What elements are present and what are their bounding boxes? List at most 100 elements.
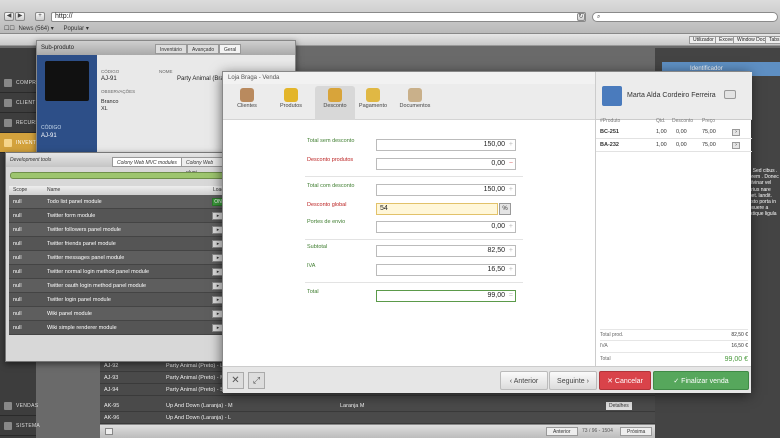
field-value: 99,00: [487, 292, 505, 299]
iva-field[interactable]: 16,50 +: [376, 264, 516, 276]
bookmark-news[interactable]: News (564) ▾: [18, 26, 53, 32]
table-row[interactable]: null Twitter oauth login method panel mod…: [9, 279, 228, 293]
tab-avancado[interactable]: Avançado: [187, 44, 220, 54]
nav-sistema[interactable]: SISTEMA: [0, 416, 40, 436]
nav-inventario[interactable]: INVENT: [0, 133, 36, 153]
cancel-label: Cancelar: [614, 378, 643, 385]
step-pagamento[interactable]: Pagamento: [353, 86, 393, 120]
fullscreen-icon[interactable]: ⤢: [248, 372, 265, 389]
previous-label: Anterior: [513, 378, 539, 385]
col-name: Name: [47, 187, 61, 193]
nav-recursos[interactable]: RECURS: [0, 113, 39, 133]
filter-input[interactable]: [10, 172, 228, 179]
table-row[interactable]: null Twitter login panel module ▸: [9, 293, 228, 307]
item-discount: 0,00: [676, 129, 687, 135]
dialog-title: Loja Braga - Venda: [228, 75, 280, 81]
nav-clientes[interactable]: CLIENT: [0, 93, 36, 113]
minus-icon: −: [508, 160, 513, 167]
table-row[interactable]: null Twitter messages panel module ▸: [9, 251, 228, 265]
close-icon[interactable]: ✕: [227, 372, 244, 389]
nav-label: SISTEMA: [16, 423, 41, 429]
item-detail-icon[interactable]: ›: [732, 129, 740, 136]
tab-mvc-modules[interactable]: Colony Web MVC modules: [112, 157, 182, 167]
next-button[interactable]: Seguinte ›: [549, 371, 597, 390]
client-header: Marta Alda Cordeiro Ferreira: [596, 72, 752, 120]
tab-inventario[interactable]: Inventário: [155, 44, 187, 54]
discount-form: Total sem desconto 150,00 + Desconto prod…: [223, 120, 595, 366]
finish-sale-button[interactable]: ✓ Finalizar venda: [653, 371, 749, 390]
table-row[interactable]: AK-95 Up And Down (Laranja) - M Laranja M D…: [100, 400, 655, 412]
next-page-button[interactable]: Próxima: [620, 427, 653, 436]
search-input[interactable]: ⌕: [592, 12, 778, 22]
step-produtos[interactable]: Produtos: [271, 86, 311, 120]
page-range: 73 / 96 - 1504: [582, 428, 613, 434]
list-item[interactable]: BC-251 1,00 0,00 75,00 ›: [596, 126, 752, 139]
item-code: BA-232: [600, 142, 619, 148]
nav-vendas[interactable]: VENDAS: [0, 396, 38, 416]
table-row[interactable]: null Twitter friends panel module ▸: [9, 237, 228, 251]
step-desconto[interactable]: Desconto: [315, 86, 355, 120]
percent-toggle[interactable]: %: [499, 203, 511, 215]
bookmark-popular[interactable]: Popular ▾: [63, 26, 88, 32]
system-icon: [4, 422, 12, 430]
row-name: Up And Down (Laranja) - L: [166, 415, 232, 421]
obs-label: OBSERVAÇÕES: [101, 89, 136, 94]
resources-icon: [4, 119, 12, 127]
step-clientes[interactable]: Clientes: [227, 86, 267, 120]
tab-geral[interactable]: Geral: [219, 44, 242, 54]
forward-icon[interactable]: ▶: [15, 12, 25, 21]
table-row[interactable]: null Todo list panel module ON: [9, 195, 228, 209]
step-documentos[interactable]: Documentos: [395, 86, 435, 120]
sales-icon: [4, 402, 12, 410]
table-row[interactable]: null Twitter followers panel module ▸: [9, 223, 228, 237]
back-icon[interactable]: ◀: [4, 12, 14, 21]
table-row[interactable]: null Twitter form module ▸: [9, 209, 228, 223]
prev-page-button[interactable]: Anterior: [546, 427, 578, 436]
total-prod-row: Total prod. 82,50 €: [600, 329, 748, 340]
tab-plugins[interactable]: Colony Web plugi: [181, 157, 228, 176]
add-tab-icon[interactable]: +: [35, 12, 45, 21]
code-field[interactable]: AJ-91: [101, 76, 117, 82]
obs-value: Branco: [101, 99, 119, 105]
pagination-bar: Anterior 73 / 96 - 1504 Próxima: [100, 424, 655, 438]
table-row[interactable]: AK-96 Up And Down (Laranja) - L: [100, 412, 655, 424]
previous-button[interactable]: ‹ Anterior: [500, 371, 548, 390]
total-prod-label: Total prod.: [600, 332, 624, 338]
tabs-button[interactable]: Tabs: [765, 36, 780, 44]
table-row[interactable]: null Twitter normal login method panel mo…: [9, 265, 228, 279]
row-name: Wiki simple renderer module: [47, 325, 117, 331]
nav-compras[interactable]: COMPR: [0, 73, 36, 93]
plus-icon: +: [508, 266, 513, 273]
list-item[interactable]: BA-232 1,00 0,00 75,00 ›: [596, 139, 752, 152]
client-settings-icon[interactable]: [724, 90, 736, 99]
reload-icon[interactable]: ↻: [577, 13, 585, 21]
plus-icon: +: [508, 186, 513, 193]
user-button[interactable]: Utilizador: [689, 36, 718, 44]
total-sem-desconto-field[interactable]: 150,00 +: [376, 139, 516, 151]
details-button[interactable]: Detalhes: [606, 402, 632, 410]
table-row[interactable]: null Wiki simple renderer module ▸: [9, 321, 228, 335]
row-scope: null: [13, 255, 22, 261]
reader-icon[interactable]: ☐☐: [4, 26, 15, 32]
subtotal-field[interactable]: 82,50 +: [376, 245, 516, 257]
row-name: Twitter normal login method panel module: [47, 269, 150, 275]
item-code: BC-251: [600, 129, 619, 135]
desconto-global-input[interactable]: 54: [376, 203, 498, 215]
money-icon: [366, 88, 380, 102]
cancel-button[interactable]: ✕ Cancelar: [599, 371, 651, 390]
row-code: AK-96: [104, 415, 120, 421]
next-label: Seguinte: [557, 378, 585, 385]
label-iva: IVA: [307, 263, 316, 269]
client-name: Marta Alda Cordeiro Ferreira: [627, 92, 716, 99]
row-name: Twitter login panel module: [47, 297, 111, 303]
desconto-produtos-field[interactable]: 0,00−: [376, 158, 516, 170]
row-name: Twitter friends panel module: [47, 241, 116, 247]
item-detail-icon[interactable]: ›: [732, 142, 740, 149]
url-input[interactable]: http://: [51, 12, 586, 22]
row-code: AK-95: [104, 403, 120, 409]
total-com-desconto-field[interactable]: 150,00 +: [376, 184, 516, 196]
portes-envio-field[interactable]: 0,00 +: [376, 221, 516, 233]
lock-icon[interactable]: [105, 428, 113, 435]
table-row[interactable]: null Wiki panel module ▸: [9, 307, 228, 321]
total-field[interactable]: 99,00 =: [376, 290, 516, 302]
